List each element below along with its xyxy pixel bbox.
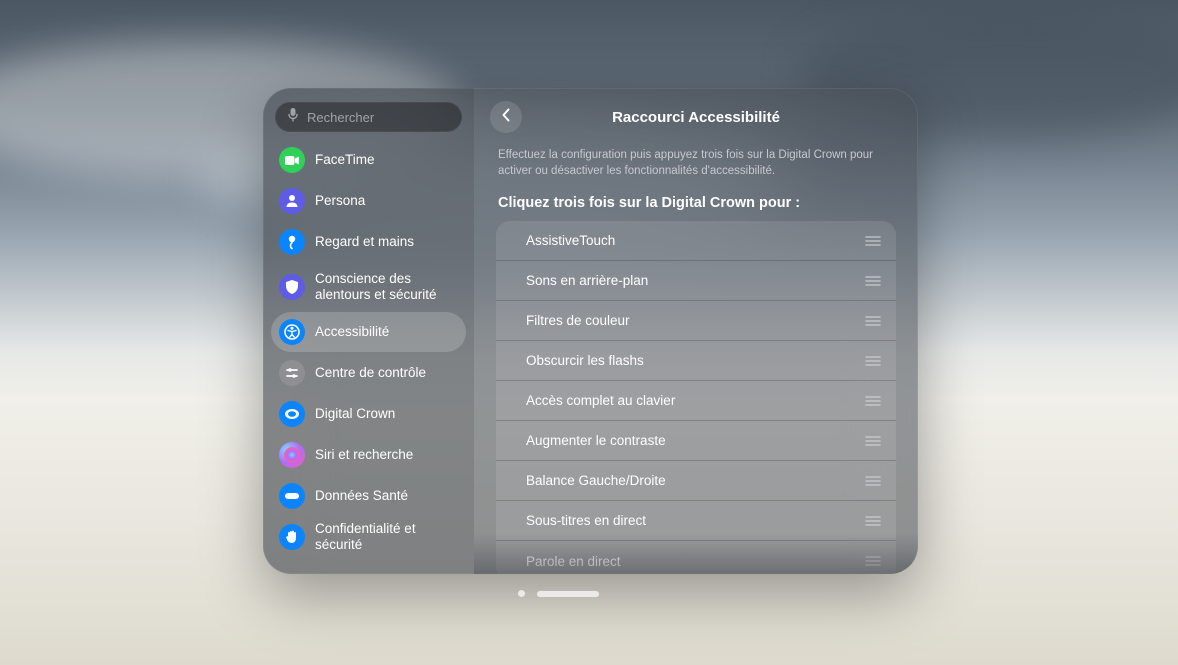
sidebar-item-label: Digital Crown (315, 406, 395, 422)
reorder-handle-icon[interactable] (864, 354, 882, 368)
shortcut-row-label: Balance Gauche/Droite (526, 473, 864, 488)
sidebar-item-label: Centre de contrôle (315, 365, 426, 381)
reorder-handle-icon[interactable] (864, 394, 882, 408)
hand-icon (279, 229, 305, 255)
shortcut-row[interactable]: Obscurcir les flashs (496, 341, 896, 381)
sidebar-item-accessibilite[interactable]: Accessibilité (271, 312, 466, 352)
shortcut-row-label: Filtres de couleur (526, 313, 864, 328)
page-bar (537, 591, 599, 597)
shortcut-row-label: Sons en arrière-plan (526, 273, 864, 288)
sidebar-item-persona[interactable]: Persona (271, 181, 466, 221)
sidebar-item-donnees-sante[interactable]: Données Santé (271, 476, 466, 516)
shortcut-row-label: Augmenter le contraste (526, 433, 864, 448)
sidebar-item-facetime[interactable]: FaceTime (271, 140, 466, 180)
video-icon (279, 147, 305, 173)
sidebar-item-centre-controle[interactable]: Centre de contrôle (271, 353, 466, 393)
sidebar-item-confidentialite[interactable]: Confidentialité et sécurité (271, 517, 466, 557)
page-indicator (518, 590, 599, 597)
microphone-icon (287, 107, 299, 128)
sidebar-item-label: Siri et recherche (315, 447, 413, 463)
accessibility-icon (279, 319, 305, 345)
sidebar-item-regard-mains[interactable]: Regard et mains (271, 222, 466, 262)
siri-icon (279, 442, 305, 468)
persona-icon (279, 188, 305, 214)
crown-icon (279, 401, 305, 427)
sidebar-item-label: Confidentialité et sécurité (315, 521, 458, 552)
shortcut-row[interactable]: Accès complet au clavier (496, 381, 896, 421)
sidebar-item-label: Accessibilité (315, 324, 389, 340)
shortcut-row-label: Accès complet au clavier (526, 393, 864, 408)
health-icon (279, 483, 305, 509)
reorder-handle-icon[interactable] (864, 554, 882, 568)
sidebar-item-digital-crown[interactable]: Digital Crown (271, 394, 466, 434)
shortcut-row[interactable]: Augmenter le contraste (496, 421, 896, 461)
reorder-handle-icon[interactable] (864, 274, 882, 288)
sidebar-item-label: Données Santé (315, 488, 408, 504)
reorder-handle-icon[interactable] (864, 434, 882, 448)
reorder-handle-icon[interactable] (864, 314, 882, 328)
main-header: Raccourci Accessibilité (496, 102, 896, 132)
sidebar: FaceTime Persona Regard et mains Conscience… (263, 88, 474, 574)
shortcut-row[interactable]: Filtres de couleur (496, 301, 896, 341)
chevron-left-icon (501, 108, 511, 127)
page-dot (518, 590, 525, 597)
sidebar-item-label: Conscience des alentours et sécurité (315, 271, 458, 302)
reorder-handle-icon[interactable] (864, 514, 882, 528)
reorder-handle-icon[interactable] (864, 234, 882, 248)
sidebar-item-conscience[interactable]: Conscience des alentours et sécurité (271, 263, 466, 311)
hint-text: Effectuez la configuration puis appuyez … (498, 148, 894, 179)
shortcut-row-label: Obscurcir les flashs (526, 353, 864, 368)
shortcut-row[interactable]: Sous-titres en direct (496, 501, 896, 541)
shortcut-row-label: AssistiveTouch (526, 233, 864, 248)
shortcut-row[interactable]: Balance Gauche/Droite (496, 461, 896, 501)
sliders-icon (279, 360, 305, 386)
section-title: Cliquez trois fois sur la Digital Crown … (498, 195, 894, 211)
shortcut-row[interactable]: Parole en direct (496, 541, 896, 574)
shortcut-list: AssistiveTouch Sons en arrière-plan Filtre… (496, 221, 896, 574)
shield-icon (279, 274, 305, 300)
sidebar-item-label: Regard et mains (315, 234, 414, 250)
back-button[interactable] (490, 101, 522, 133)
reorder-handle-icon[interactable] (864, 474, 882, 488)
shortcut-row[interactable]: AssistiveTouch (496, 221, 896, 261)
sidebar-item-siri-recherche[interactable]: Siri et recherche (271, 435, 466, 475)
shortcut-row[interactable]: Sons en arrière-plan (496, 261, 896, 301)
search-field[interactable] (275, 102, 462, 132)
search-input[interactable] (307, 110, 474, 125)
sidebar-item-label: Persona (315, 193, 365, 209)
main-panel: Raccourci Accessibilité Effectuez la con… (474, 88, 918, 574)
page-title: Raccourci Accessibilité (612, 109, 780, 126)
shortcut-row-label: Parole en direct (526, 554, 864, 569)
shortcut-row-label: Sous-titres en direct (526, 513, 864, 528)
hand-raised-icon (279, 524, 305, 550)
settings-window: FaceTime Persona Regard et mains Conscience… (263, 88, 918, 574)
sidebar-item-label: FaceTime (315, 152, 375, 168)
